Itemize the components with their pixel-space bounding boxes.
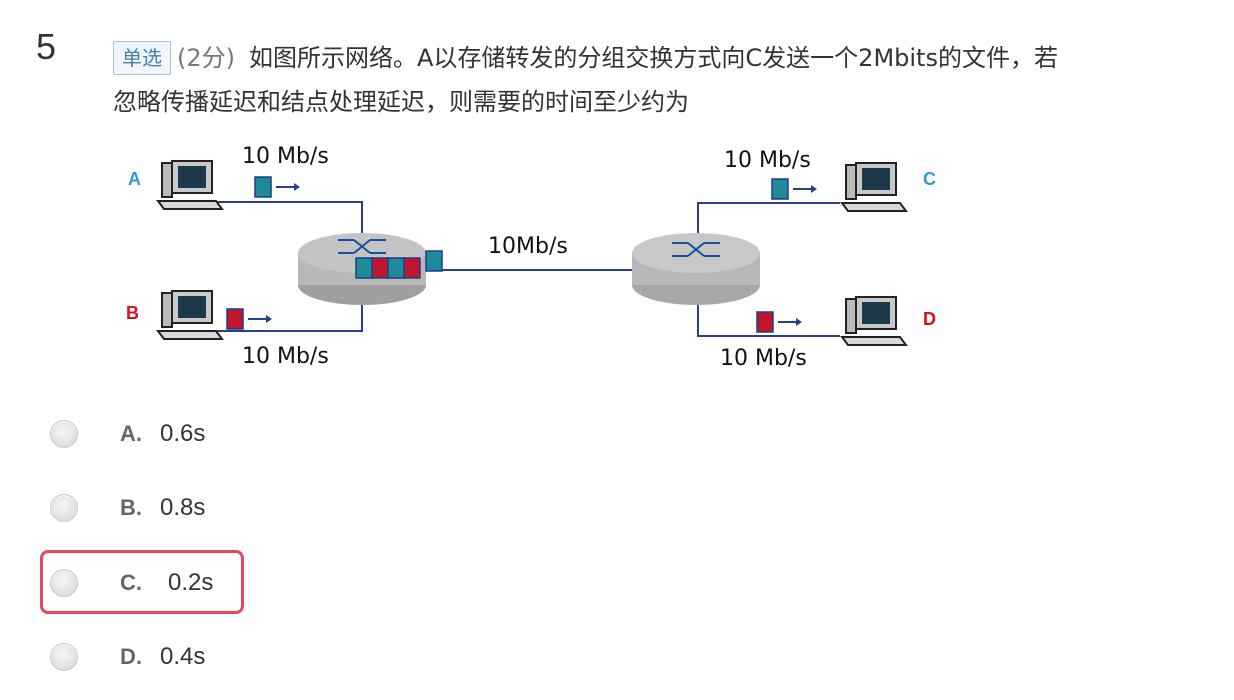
link-core-rate: 10Mb/s	[488, 234, 568, 259]
option-b-radio[interactable]	[50, 494, 78, 522]
annotation-highlight-box	[40, 550, 244, 614]
host-d-computer-icon	[840, 296, 908, 346]
host-a-label: A	[128, 169, 141, 189]
question-stem-line2: 忽略传播延迟和结点处理延迟，则需要的时间至少约为	[113, 88, 689, 116]
option-a-letter: A.	[120, 421, 142, 446]
question-number: 5	[36, 26, 57, 67]
packet-b	[226, 308, 272, 330]
packet-c	[771, 178, 817, 200]
host-c-computer-icon	[840, 162, 908, 212]
packet-a	[254, 176, 300, 198]
option-b-text: 0.8s	[160, 494, 206, 521]
question-stem-line1: 如图所示网络。A以存储转发的分组交换方式向C发送一个2Mbits的文件，若	[249, 44, 1058, 72]
router-left-queue	[355, 257, 421, 279]
link-c-rate: 10 Mb/s	[724, 148, 811, 173]
option-d-text: 0.4s	[160, 643, 206, 670]
option-a-radio[interactable]	[50, 420, 78, 448]
packet-d	[756, 311, 802, 333]
option-d[interactable]: D. 0.4s	[50, 635, 205, 679]
host-b-label: B	[126, 303, 139, 323]
option-d-letter: D.	[120, 644, 142, 669]
option-a[interactable]: A. 0.6s	[50, 412, 205, 456]
link-d-rate: 10 Mb/s	[720, 346, 807, 371]
option-b-letter: B.	[120, 495, 142, 520]
host-b-computer-icon	[156, 290, 224, 340]
link-b-rate: 10 Mb/s	[242, 344, 329, 369]
question-score: (2分)	[177, 44, 235, 72]
host-a-computer-icon	[156, 160, 224, 210]
option-a-text: 0.6s	[160, 420, 206, 447]
option-b[interactable]: B. 0.8s	[50, 486, 205, 530]
host-c-label: C	[923, 169, 936, 189]
packet-transmitting	[425, 250, 443, 272]
network-diagram: A B C D 10 Mb/s 10 Mb/s 10Mb/s 10 Mb/s 1…	[126, 144, 936, 371]
host-d-label: D	[923, 309, 936, 329]
link-a-rate: 10 Mb/s	[242, 144, 329, 169]
option-d-radio[interactable]	[50, 643, 78, 671]
question-type-badge: 单选	[113, 41, 171, 75]
router-left	[298, 233, 443, 305]
router-right	[632, 233, 760, 305]
question-stem: 单选 (2分) 如图所示网络。A以存储转发的分组交换方式向C发送一个2Mbits的文…	[113, 30, 1213, 85]
